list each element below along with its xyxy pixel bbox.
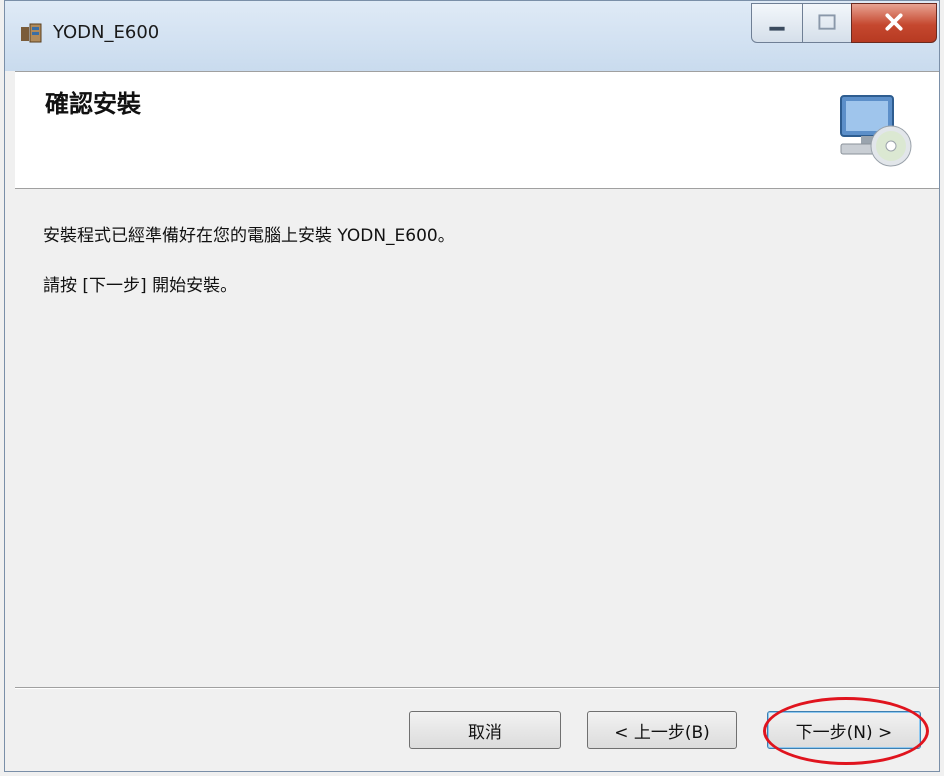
title-bar[interactable]: YODN_E600 (5, 1, 939, 71)
next-button[interactable]: 下一步(N) > (767, 711, 921, 749)
instruction-message: 請按 [下一步] 開始安裝。 (43, 276, 238, 296)
installer-window: YODN_E600 確認安裝 安裝程式已經準備好在您的電腦上安裝 YODN_E6… (4, 0, 940, 772)
page-title: 確認安裝 (45, 90, 141, 118)
installer-app-icon (19, 21, 43, 45)
computer-cd-icon (835, 90, 915, 170)
cancel-button[interactable]: 取消 (409, 711, 561, 749)
minimize-button[interactable] (751, 3, 803, 43)
back-button[interactable]: < 上一步(B) (587, 711, 737, 749)
content-area: 安裝程式已經準備好在您的電腦上安裝 YODN_E600。 請按 [下一步] 開始… (15, 189, 939, 685)
close-button[interactable] (851, 3, 937, 43)
maximize-button[interactable] (802, 3, 852, 43)
window-title: YODN_E600 (53, 22, 160, 43)
ready-message: 安裝程式已經準備好在您的電腦上安裝 YODN_E600。 (43, 226, 455, 246)
header-banner: 確認安裝 (15, 71, 939, 189)
footer-divider (15, 687, 939, 689)
